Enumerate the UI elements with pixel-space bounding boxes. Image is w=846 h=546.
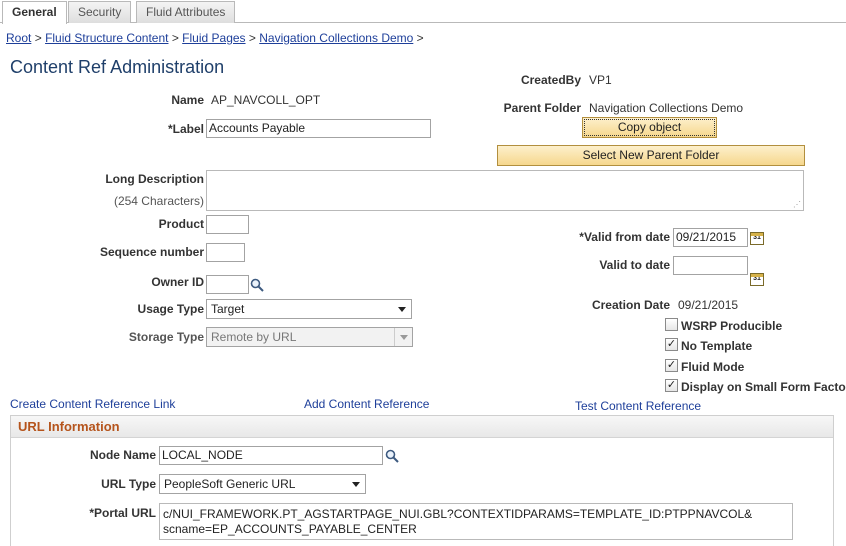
wsrp-producible-checkbox[interactable] xyxy=(665,318,678,331)
breadcrumb-fluid-pages[interactable]: Fluid Pages xyxy=(182,31,245,45)
url-type-label: URL Type xyxy=(101,477,156,491)
long-description-label: Long Description xyxy=(105,172,204,186)
storage-type-select: Remote by URL xyxy=(206,327,413,347)
usage-type-select[interactable]: Target xyxy=(206,299,412,319)
no-template-label: No Template xyxy=(681,339,753,353)
long-description-hint: (254 Characters) xyxy=(113,194,204,208)
display-on-small-form-factor-checkbox[interactable]: ✓ xyxy=(665,379,678,392)
checkmark-icon: ✓ xyxy=(666,359,677,371)
no-template-checkbox[interactable]: ✓ xyxy=(665,338,678,351)
create-content-reference-link[interactable]: Create Content Reference Link xyxy=(10,397,175,411)
test-content-reference-link[interactable]: Test Content Reference xyxy=(575,399,701,413)
fluid-mode-label: Fluid Mode xyxy=(681,360,745,374)
breadcrumb-separator: > xyxy=(416,31,424,45)
creation-date-value: 09/21/2015 xyxy=(678,298,739,312)
tab-general[interactable]: General xyxy=(2,1,67,24)
valid-from-date-input[interactable]: 09/21/2015 xyxy=(673,228,748,247)
portal-url-label: *Portal URL xyxy=(89,506,156,520)
add-content-reference-link[interactable]: Add Content Reference xyxy=(304,397,429,411)
parent-folder-label: Parent Folder xyxy=(503,101,581,115)
display-on-small-form-factor-label: Display on Small Form Factor xyxy=(681,380,846,394)
breadcrumb-separator: > xyxy=(248,31,256,45)
breadcrumb: Root > Fluid Structure Content > Fluid P… xyxy=(6,31,424,45)
chevron-down-icon xyxy=(393,300,411,318)
breadcrumb-root[interactable]: Root xyxy=(6,31,31,45)
product-label: Product xyxy=(158,217,204,231)
fluid-mode-checkbox[interactable]: ✓ xyxy=(665,359,678,372)
label-label: *Label xyxy=(167,122,204,136)
owner-id-label: Owner ID xyxy=(151,275,204,289)
checkmark-icon: ✓ xyxy=(666,338,677,350)
chevron-down-icon xyxy=(394,328,412,346)
calendar-icon[interactable]: 31 xyxy=(750,232,764,245)
node-name-input[interactable]: LOCAL_NODE xyxy=(159,446,383,465)
url-type-select[interactable]: PeopleSoft Generic URL xyxy=(159,474,366,494)
portal-url-line-2: scname=EP_ACCOUNTS_PAYABLE_CENTER xyxy=(163,522,417,536)
valid-from-date-label: *Valid from date xyxy=(579,230,670,244)
valid-to-date-input[interactable] xyxy=(673,256,748,275)
tab-fluid-attributes[interactable]: Fluid Attributes xyxy=(136,1,236,23)
breadcrumb-separator: > xyxy=(171,31,179,45)
chevron-down-icon xyxy=(347,475,365,493)
magnifier-icon[interactable] xyxy=(250,278,264,292)
breadcrumb-separator: > xyxy=(34,31,42,45)
portal-url-line-1: c/NUI_FRAMEWORK.PT_AGSTARTPAGE_NUI.GBL?C… xyxy=(163,507,753,521)
copy-object-button[interactable]: Copy object xyxy=(582,117,717,138)
sequence-number-input[interactable] xyxy=(206,243,245,262)
storage-type-label: Storage Type xyxy=(128,330,204,344)
name-label: Name xyxy=(171,93,204,107)
sequence-number-label: Sequence number xyxy=(99,245,204,259)
breadcrumb-fluid-structure-content[interactable]: Fluid Structure Content xyxy=(45,31,168,45)
product-input[interactable] xyxy=(206,215,249,234)
node-name-label: Node Name xyxy=(89,448,156,462)
url-information-header: URL Information xyxy=(11,416,833,438)
parent-folder-value: Navigation Collections Demo xyxy=(589,101,744,115)
valid-to-date-label: Valid to date xyxy=(599,258,670,272)
wsrp-producible-label: WSRP Producible xyxy=(681,319,783,333)
breadcrumb-navigation-collections-demo[interactable]: Navigation Collections Demo xyxy=(259,31,413,45)
magnifier-icon[interactable] xyxy=(385,449,399,463)
resize-grip-icon[interactable]: ⋰ xyxy=(793,201,801,209)
page-title: Content Ref Administration xyxy=(10,57,225,77)
owner-id-input[interactable] xyxy=(206,275,249,294)
checkmark-icon: ✓ xyxy=(666,379,677,391)
url-type-value: PeopleSoft Generic URL xyxy=(164,477,296,491)
created-by-value: VP1 xyxy=(589,73,612,87)
tab-security[interactable]: Security xyxy=(68,1,132,23)
long-description-textarea[interactable]: ⋰ xyxy=(206,170,804,211)
creation-date-label: Creation Date xyxy=(591,298,670,312)
storage-type-value: Remote by URL xyxy=(211,330,297,344)
usage-type-label: Usage Type xyxy=(137,302,204,316)
usage-type-value: Target xyxy=(211,302,245,316)
select-new-parent-folder-button[interactable]: Select New Parent Folder xyxy=(497,145,805,166)
name-value: AP_NAVCOLL_OPT xyxy=(211,93,321,107)
calendar-icon[interactable]: 31 xyxy=(750,273,764,286)
created-by-label: CreatedBy xyxy=(520,73,581,87)
portal-url-textarea[interactable]: c/NUI_FRAMEWORK.PT_AGSTARTPAGE_NUI.GBL?C… xyxy=(159,503,793,540)
label-input[interactable]: Accounts Payable xyxy=(206,119,431,138)
